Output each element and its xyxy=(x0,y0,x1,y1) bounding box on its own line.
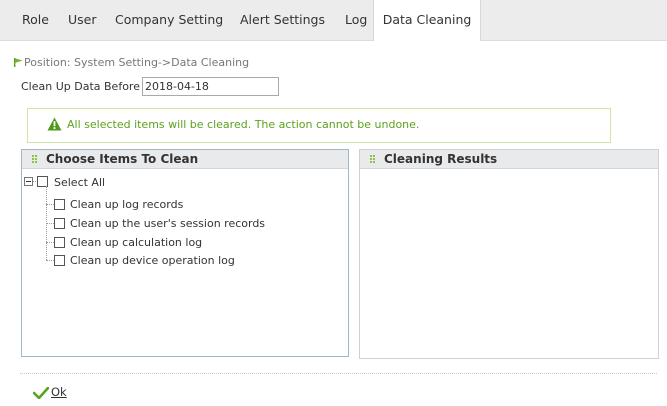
divider xyxy=(20,373,657,374)
date-input[interactable] xyxy=(142,77,279,96)
warning-icon xyxy=(47,117,62,131)
panel-title: Choose Items To Clean xyxy=(46,152,199,166)
tab-alert-settings[interactable]: Alert Settings xyxy=(240,0,325,40)
tab-role[interactable]: Role xyxy=(22,0,49,40)
tree-connector xyxy=(46,260,54,261)
clean-log-records-checkbox[interactable] xyxy=(54,199,65,210)
tab-company-setting[interactable]: Company Setting xyxy=(115,0,223,40)
grip-icon xyxy=(32,155,37,163)
flag-icon xyxy=(14,58,23,67)
panel-header: Choose Items To Clean xyxy=(22,150,348,169)
clean-device-operation-log-label: Clean up device operation log xyxy=(70,254,235,267)
grip-icon xyxy=(370,155,375,163)
breadcrumb-text: Position: System Setting->Data Cleaning xyxy=(24,56,250,69)
panel-header: Cleaning Results xyxy=(360,150,658,169)
select-all-label: Select All xyxy=(54,176,106,189)
check-icon xyxy=(33,387,49,399)
tree-connector xyxy=(46,242,54,243)
tab-log[interactable]: Log xyxy=(345,0,367,40)
date-label: Clean Up Data Before xyxy=(21,80,140,93)
clean-session-records-label: Clean up the user's session records xyxy=(70,217,266,230)
clean-calculation-log-label: Clean up calculation log xyxy=(70,236,203,249)
tab-data-cleaning[interactable]: Data Cleaning xyxy=(373,0,481,41)
tab-bar: Role User Company Setting Alert Settings… xyxy=(0,0,667,41)
breadcrumb: Position: System Setting->Data Cleaning xyxy=(14,56,250,69)
warning-box: All selected items will be cleared. The … xyxy=(27,108,611,143)
tab-user[interactable]: User xyxy=(68,0,97,40)
collapse-icon[interactable] xyxy=(24,177,33,186)
tree-connector xyxy=(33,181,36,182)
ok-label: Ok xyxy=(51,385,67,399)
cleaning-results-panel: Cleaning Results xyxy=(359,149,659,359)
clean-calculation-log-checkbox[interactable] xyxy=(54,237,65,248)
clean-log-records-label: Clean up log records xyxy=(70,198,184,211)
tree-connector xyxy=(46,223,54,224)
panel-title: Cleaning Results xyxy=(384,152,498,166)
clean-device-operation-log-checkbox[interactable] xyxy=(54,255,65,266)
warning-text: All selected items will be cleared. The … xyxy=(67,118,420,131)
clean-session-records-checkbox[interactable] xyxy=(54,218,65,229)
tree-connector xyxy=(46,204,54,205)
choose-items-panel: Choose Items To Clean Select All Clean u… xyxy=(21,149,349,357)
